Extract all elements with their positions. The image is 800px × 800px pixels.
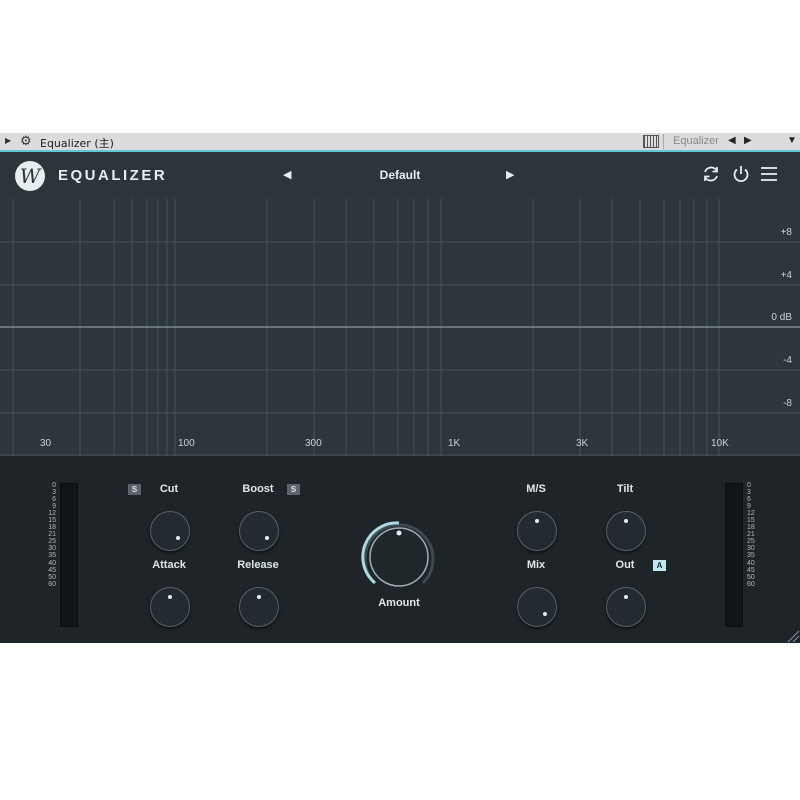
plugin-title: EQUALIZER xyxy=(58,167,168,184)
input-meter-bar xyxy=(60,483,78,627)
amount-label: Amount xyxy=(378,597,420,609)
freq-label: 100 xyxy=(178,438,195,449)
tilt-label: Tilt xyxy=(616,483,634,495)
input-meter: 036 9 12 15 18 21 25 30 35 40 45 50 60 xyxy=(44,482,78,627)
preset-next-arrow-icon[interactable]: ▶ xyxy=(506,168,514,181)
preset-prev-arrow-icon[interactable]: ◀ xyxy=(283,168,291,181)
divider xyxy=(663,134,664,149)
boost-label: Boost xyxy=(242,483,274,495)
boost-knob[interactable] xyxy=(239,511,279,551)
compare-refresh-icon[interactable] xyxy=(700,163,722,185)
mix-label: Mix xyxy=(526,559,546,571)
boost-solo-button[interactable]: S xyxy=(287,484,300,495)
cut-label: Cut xyxy=(159,483,179,495)
hamburger-menu-icon[interactable] xyxy=(758,163,780,185)
host-plugin-name: Equalizer xyxy=(673,135,719,147)
knob-indicator xyxy=(257,595,261,599)
mix-knob[interactable] xyxy=(517,587,557,627)
output-meter-scale: 036 9 12 15 18 21 25 30 35 40 45 50 60 xyxy=(747,482,755,588)
ms-knob[interactable] xyxy=(517,511,557,551)
eq-graph[interactable]: +8 +4 0 dB -4 -8 30 100 300 1K 3K 10K xyxy=(0,199,800,456)
db-label: +4 xyxy=(780,270,792,281)
amount-knob[interactable] xyxy=(361,519,437,595)
gear-icon[interactable]: ⚙ xyxy=(20,134,32,148)
resize-grip-icon[interactable] xyxy=(784,627,800,643)
power-icon[interactable] xyxy=(730,163,752,185)
preset-name[interactable]: Default xyxy=(300,168,500,182)
controls-panel: 036 9 12 15 18 21 25 30 35 40 45 50 60 036 9 12 15… xyxy=(0,456,800,643)
input-meter-scale: 036 9 12 15 18 21 25 30 35 40 45 50 60 xyxy=(48,482,56,588)
release-label: Release xyxy=(237,559,279,571)
db-label: 0 dB xyxy=(771,312,792,323)
knob-indicator xyxy=(535,519,539,523)
cut-knob[interactable] xyxy=(150,511,190,551)
attack-knob[interactable] xyxy=(150,587,190,627)
knob-indicator xyxy=(624,595,628,599)
tilt-knob[interactable] xyxy=(606,511,646,551)
next-plugin-arrow-icon[interactable]: ▶ xyxy=(744,135,752,146)
out-knob[interactable] xyxy=(606,587,646,627)
host-window-title: Equalizer (主) xyxy=(40,137,114,150)
attack-label: Attack xyxy=(152,559,186,571)
plugin-window: ▶ ⚙ Equalizer (主) Equalizer ◀ ▶ ▼ W EQUA… xyxy=(0,133,800,643)
out-auto-button[interactable]: A xyxy=(653,560,666,571)
freq-label: 1K xyxy=(448,438,461,449)
freq-label: 300 xyxy=(305,438,322,449)
host-title-bar: ▶ ⚙ Equalizer (主) Equalizer ◀ ▶ ▼ xyxy=(0,133,800,151)
release-knob[interactable] xyxy=(239,587,279,627)
previous-plugin-arrow-icon[interactable]: ◀ xyxy=(728,135,736,146)
knob-indicator xyxy=(265,536,269,540)
db-label: -4 xyxy=(783,355,792,366)
knob-indicator xyxy=(176,536,180,540)
knob-indicator xyxy=(168,595,172,599)
knob-indicator xyxy=(543,612,547,616)
output-meter: 036 9 12 15 18 21 25 30 35 40 45 50 60 xyxy=(725,482,755,627)
menu-arrow-icon[interactable]: ▼ xyxy=(787,135,797,146)
db-label: +8 xyxy=(780,227,792,238)
db-label: -8 xyxy=(783,398,792,409)
plugin-header: W EQUALIZER ◀ Default ▶ xyxy=(0,152,800,199)
brand-logo: W xyxy=(15,161,45,191)
freq-label: 10K xyxy=(711,438,729,449)
knob-indicator xyxy=(624,519,628,523)
collapse-triangle-icon[interactable]: ▶ xyxy=(5,136,11,145)
keyboard-icon[interactable] xyxy=(643,135,659,148)
ms-label: M/S xyxy=(526,483,546,495)
freq-label: 30 xyxy=(40,438,52,449)
freq-label: 3K xyxy=(576,438,589,449)
output-meter-bar xyxy=(725,483,743,627)
eq-grid xyxy=(0,199,800,456)
